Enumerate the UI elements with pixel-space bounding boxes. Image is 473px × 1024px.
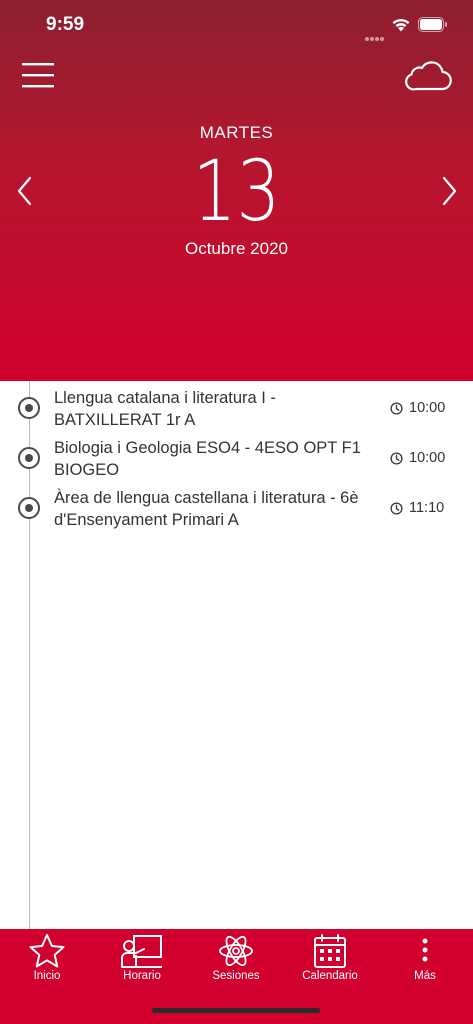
session-item[interactable]: Àrea de llengua castellana i literatura …: [0, 484, 473, 534]
menu-icon[interactable]: [22, 61, 54, 89]
session-time: 11:10: [390, 500, 444, 516]
session-title: Llengua catalana i literatura I - BATXIL…: [54, 389, 276, 429]
tab-label: Sesiones: [212, 970, 260, 982]
tab-inicio[interactable]: Inicio: [0, 929, 94, 999]
session-time-text: 10:00: [409, 450, 446, 466]
chevron-left-icon[interactable]: [14, 175, 36, 207]
radio-dot-icon: [18, 497, 40, 519]
session-title: Biologia i Geologia ESO4 - 4ESO OPT F1 B…: [54, 439, 361, 479]
day-number: 13: [192, 142, 281, 240]
session-time: 10:00: [390, 400, 445, 416]
header: 9:59 MARTES 13 Octubre 2020: [0, 0, 473, 381]
more-vertical-icon: [422, 938, 428, 962]
calendar-icon: [314, 934, 346, 968]
chevron-right-icon[interactable]: [438, 175, 460, 207]
tab-horario[interactable]: Horario: [95, 929, 189, 999]
session-title: Àrea de llengua castellana i literatura …: [54, 489, 359, 529]
clock-icon: [390, 401, 403, 415]
radio-dot-icon: [18, 447, 40, 469]
screen: 9:59 MARTES 13 Octubre 2020 Llengua cata…: [0, 0, 473, 1024]
cloud-icon[interactable]: [404, 58, 452, 92]
atom-icon: [219, 935, 253, 967]
clock-icon: [390, 451, 403, 465]
status-bar: 9:59: [0, 0, 473, 50]
tab-label: Calendario: [302, 970, 358, 982]
home-indicator[interactable]: [152, 1008, 320, 1013]
teacher-board-icon: [121, 935, 162, 968]
session-item[interactable]: Biologia i Geologia ESO4 - 4ESO OPT F1 B…: [0, 434, 473, 484]
session-item[interactable]: Llengua catalana i literatura I - BATXIL…: [0, 384, 473, 434]
status-time: 9:59: [46, 14, 85, 35]
weekday-label: MARTES: [199, 123, 274, 142]
tab-mas[interactable]: Más: [378, 929, 472, 999]
tab-sesiones[interactable]: Sesiones: [189, 929, 283, 999]
sessions-timeline: Llengua catalana i literatura I - BATXIL…: [0, 381, 473, 929]
session-time-text: 11:10: [409, 500, 445, 516]
tab-calendario[interactable]: Calendario: [283, 929, 377, 999]
tab-label: Inicio: [33, 970, 61, 982]
tab-label: Más: [414, 970, 436, 982]
wifi-icon: [392, 18, 410, 32]
month-year-label: Octubre 2020: [184, 239, 288, 258]
star-icon: [29, 934, 65, 968]
session-time: 10:00: [390, 450, 445, 466]
signal-icon: [365, 28, 387, 41]
tab-label: Horario: [123, 970, 161, 982]
radio-dot-icon: [18, 397, 40, 419]
battery-icon: [418, 17, 447, 32]
clock-icon: [390, 501, 403, 515]
session-time-text: 10:00: [409, 400, 446, 416]
